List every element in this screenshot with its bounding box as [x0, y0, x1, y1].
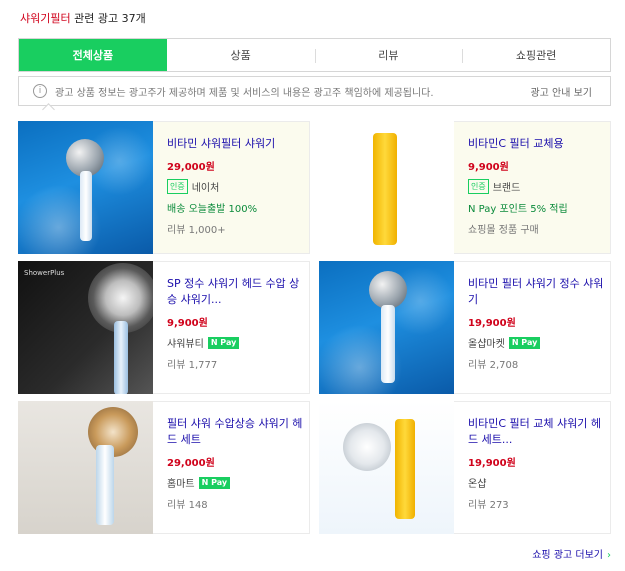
product-price: 29,000원 [167, 458, 215, 469]
seller-name[interactable]: 네이처 [192, 179, 220, 194]
tab-all[interactable]: 전체상품 [19, 39, 167, 71]
product-price: 9,900원 [468, 162, 509, 173]
npay-badge: N Pay [508, 336, 541, 349]
seller-row: 인증 네이처 [167, 179, 309, 194]
product-card[interactable]: ShowerPlus SP 정수 샤워기 헤드 수압 상승 샤워기... 9,9… [18, 261, 310, 394]
review-count: 리뷰 273 [468, 500, 509, 511]
product-title[interactable]: 비타민C 필터 교체용 [468, 136, 610, 152]
product-price: 19,900원 [468, 318, 516, 329]
review-count: 리뷰 1,000+ [167, 225, 226, 236]
seller-row: 올샵마켓 N Pay [468, 335, 610, 350]
seller-name[interactable]: 올샵마켓 [468, 335, 505, 350]
more-results-label: 쇼핑 광고 더보기 [532, 550, 603, 561]
product-row: ShowerPlus SP 정수 샤워기 헤드 수압 상승 샤워기... 9,9… [18, 261, 611, 394]
product-card[interactable]: 비타민C 필터 교체 샤워기 헤드 세트... 19,900원 온샵 리뷰 27… [319, 401, 611, 534]
product-price: 19,900원 [468, 458, 516, 469]
product-thumbnail[interactable]: ShowerPlus [18, 261, 153, 394]
npay-badge: N Pay [198, 476, 231, 489]
header-suffix: 관련 광고 [74, 12, 119, 25]
tab-related-label: 쇼핑관련 [515, 49, 557, 62]
product-title[interactable]: 필터 샤워 수압상승 샤워기 헤드 세트 [167, 416, 309, 448]
product-thumbnail[interactable] [18, 401, 153, 534]
product-title[interactable]: SP 정수 샤워기 헤드 수압 상승 샤워기... [167, 276, 309, 308]
npay-badge: N Pay [207, 336, 240, 349]
product-card[interactable]: 비타민 필터 샤워기 정수 샤워기 19,900원 올샵마켓 N Pay 리뷰 … [319, 261, 611, 394]
seller-row: 홈마트 N Pay [167, 475, 309, 490]
mall-info: 쇼핑몰 정품 구매 [468, 225, 539, 236]
result-count: 37 [121, 12, 136, 25]
notice-text: 광고 상품 정보는 광고주가 제공하며 제품 및 서비스의 내용은 광고주 책임… [55, 87, 434, 99]
product-card[interactable]: 비타민 샤워필터 샤워기 29,000원 인증 네이처 배송 오늘출발 100%… [18, 121, 310, 254]
product-title[interactable]: 비타민 샤워필터 샤워기 [167, 136, 309, 152]
tab-related[interactable]: 쇼핑관련 [462, 39, 610, 71]
tab-product[interactable]: 상품 [167, 39, 315, 71]
product-price: 29,000원 [167, 162, 215, 173]
arrow-right-icon: › [607, 550, 611, 561]
seller-name[interactable]: 온샵 [468, 475, 486, 490]
search-query: 샤워기필터 [20, 12, 71, 25]
filter-tabs: 전체상품 상품 리뷰 쇼핑관련 [18, 38, 611, 72]
product-row: 비타민 샤워필터 샤워기 29,000원 인증 네이처 배송 오늘출발 100%… [18, 121, 611, 254]
product-price: 9,900원 [167, 318, 208, 329]
seller-row: 온샵 [468, 475, 610, 490]
seller-name[interactable]: 브랜드 [493, 179, 521, 194]
notice-more-link[interactable]: 광고 안내 보기 [530, 84, 592, 99]
info-icon: i [33, 84, 47, 98]
review-count: 리뷰 148 [167, 500, 208, 511]
product-title[interactable]: 비타민C 필터 교체 샤워기 헤드 세트... [468, 416, 610, 448]
certified-badge: 인증 [468, 179, 489, 194]
review-count: 리뷰 2,708 [468, 360, 519, 371]
product-card[interactable]: 비타민C 필터 교체용 9,900원 인증 브랜드 N Pay 포인트 5% 적… [319, 121, 611, 254]
seller-name[interactable]: 샤워뷰티 [167, 335, 204, 350]
ad-notice: i 광고 상품 정보는 광고주가 제공하며 제품 및 서비스의 내용은 광고주 … [18, 76, 611, 106]
tab-product-label: 상품 [230, 49, 251, 62]
more-results-link[interactable]: 쇼핑 광고 더보기 › [532, 546, 611, 561]
product-card[interactable]: 필터 샤워 수압상승 샤워기 헤드 세트 29,000원 홈마트 N Pay 리… [18, 401, 310, 534]
seller-name[interactable]: 홈마트 [167, 475, 195, 490]
tab-review[interactable]: 리뷰 [314, 39, 463, 71]
delivery-info: 배송 오늘출발 100% [167, 204, 258, 215]
product-row: 필터 샤워 수압상승 샤워기 헤드 세트 29,000원 홈마트 N Pay 리… [18, 401, 611, 534]
seller-row: 인증 브랜드 [468, 179, 610, 194]
result-unit: 개 [135, 12, 146, 25]
page-title: 샤워기필터 관련 광고 37개 [20, 10, 146, 26]
product-thumbnail[interactable] [319, 261, 454, 394]
seller-row: 샤워뷰티 N Pay [167, 335, 309, 350]
product-grid: 비타민 샤워필터 샤워기 29,000원 인증 네이처 배송 오늘출발 100%… [18, 121, 611, 541]
certified-badge: 인증 [167, 179, 188, 194]
product-thumbnail[interactable] [319, 401, 454, 534]
product-thumbnail[interactable] [319, 121, 454, 254]
product-title[interactable]: 비타민 필터 샤워기 정수 샤워기 [468, 276, 610, 308]
review-count: 리뷰 1,777 [167, 360, 218, 371]
tab-review-label: 리뷰 [378, 49, 399, 62]
product-thumbnail[interactable] [18, 121, 153, 254]
tab-all-label: 전체상품 [72, 49, 114, 62]
point-info: N Pay 포인트 5% 적립 [468, 204, 568, 215]
